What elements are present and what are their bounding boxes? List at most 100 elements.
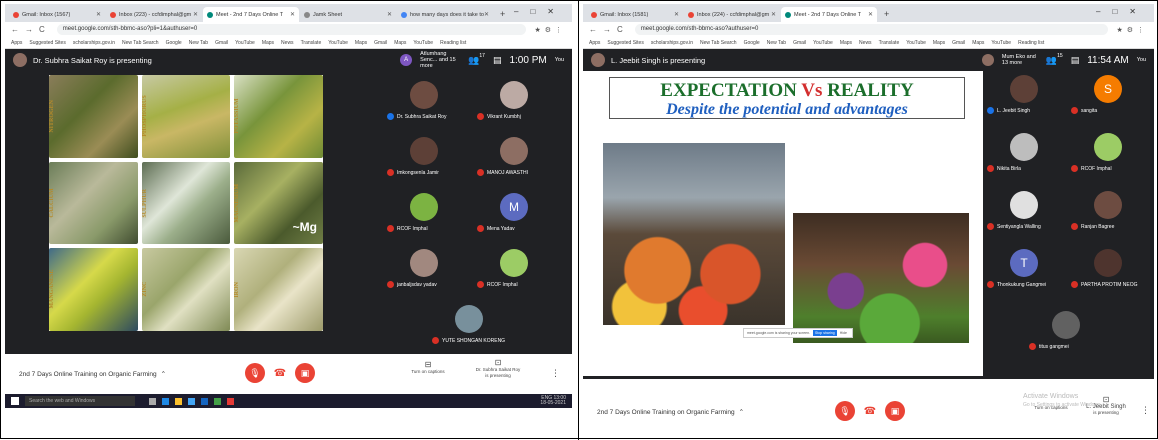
participant-tile[interactable]: janbaljsdav yadav <box>385 245 465 295</box>
bookmark-item[interactable]: Maps <box>355 40 367 46</box>
bookmark-item[interactable]: New Tab Search <box>122 40 159 46</box>
participant-tile[interactable]: RCOF Imphal <box>1069 129 1149 179</box>
bookmark-item[interactable]: Gmail <box>793 40 806 46</box>
participant-tile[interactable]: RCOF Imphal <box>475 245 555 295</box>
browser-tab-active[interactable]: Meet - 2nd 7 Days Online T ✕ <box>203 7 299 22</box>
browser-tab[interactable]: Inbox (223) - ccfdimphal@gm ✕ <box>106 7 202 22</box>
bookmark-item[interactable]: Google <box>744 40 760 46</box>
bookmark-item[interactable]: YouTube <box>413 40 433 46</box>
chevron-up-icon[interactable]: ⌃ <box>161 370 166 378</box>
extension-icons[interactable]: ★⚙⋮ <box>534 26 566 34</box>
store-icon[interactable] <box>188 397 195 405</box>
bookmark-item[interactable]: YouTube <box>906 40 926 46</box>
close-icon[interactable]: ✕ <box>387 11 392 18</box>
stop-sharing-button[interactable]: Stop sharing <box>813 330 837 336</box>
close-icon[interactable]: ✕ <box>674 11 679 18</box>
bookmark-item[interactable]: Apps <box>589 40 600 46</box>
chat-icon[interactable]: ▤ <box>493 55 502 66</box>
bookmark-item[interactable]: Reading list <box>440 40 466 46</box>
participant-tile[interactable]: titus gangmei <box>1027 307 1107 357</box>
bookmark-item[interactable]: Maps <box>933 40 945 46</box>
browser-tab[interactable]: Gmail: Inbox (1581) ✕ <box>587 7 683 22</box>
bookmark-item[interactable]: Apps <box>11 40 22 46</box>
bookmark-item[interactable]: Translate <box>879 40 900 46</box>
bookmark-item[interactable]: Maps <box>262 40 274 46</box>
app-icon[interactable] <box>227 397 234 405</box>
participant-tile[interactable]: Ranjan Bagree <box>1069 187 1149 237</box>
participant-tile[interactable]: Dr. Subhra Saikat Roy <box>385 77 465 127</box>
bookmark-item[interactable]: News <box>859 40 872 46</box>
nav-arrows-icon[interactable]: ←→C <box>589 25 629 34</box>
close-icon[interactable]: ✕ <box>193 11 198 18</box>
taskbar-search[interactable]: Search the web and Windows <box>25 396 135 406</box>
more-options-icon[interactable]: ⋮ <box>1141 405 1150 416</box>
bookmark-item[interactable]: YouTube <box>328 40 348 46</box>
browser-tab[interactable]: Jamk Sheet ✕ <box>300 7 396 22</box>
participant-tile[interactable]: MANOJ AWASTHI <box>475 133 555 183</box>
hide-button[interactable]: Hide <box>840 331 847 335</box>
close-icon[interactable]: ✕ <box>868 11 873 18</box>
bookmark-item[interactable]: News <box>281 40 294 46</box>
bookmark-item[interactable]: Reading list <box>1018 40 1044 46</box>
bookmark-item[interactable]: New Tab <box>189 40 208 46</box>
participant-tile[interactable]: T Thonkukung Gangmei <box>985 245 1065 295</box>
bookmark-item[interactable]: YouTube <box>991 40 1011 46</box>
captions-button[interactable]: Turn on captions <box>1031 405 1071 411</box>
bookmark-item[interactable]: Google <box>166 40 182 46</box>
mail-icon[interactable] <box>201 397 208 405</box>
participant-tile[interactable]: Nikita Birla <box>985 129 1065 179</box>
url-field[interactable]: meet.google.com/sth-bbmc-aso?authuser=0 <box>634 24 1109 35</box>
bookmark-item[interactable]: Maps <box>840 40 852 46</box>
hang-up-button[interactable]: ☎ <box>273 366 287 380</box>
participant-tile[interactable]: L. Jeebit Singh <box>985 71 1065 121</box>
participant-tile[interactable]: Imkongsenla Jamir <box>385 133 465 183</box>
browser-tab-active[interactable]: Meet - 2nd 7 Days Online T ✕ <box>781 7 877 22</box>
participant-tile[interactable]: Sentiyangla Walling <box>985 187 1065 237</box>
bookmark-item[interactable]: Gmail <box>374 40 387 46</box>
participant-tile[interactable]: YUTE SHONGAN KORENG <box>430 301 510 351</box>
presenter-button[interactable]: ⊡ Dr. Subhra Saikat Roy is presenting <box>475 359 521 379</box>
url-field[interactable]: meet.google.com/sth-bbmc-aso?pli=1&authu… <box>56 24 527 35</box>
close-icon[interactable]: ✕ <box>484 11 489 18</box>
participant-tile[interactable]: M Mena Yadav <box>475 189 555 239</box>
bookmark-item[interactable]: Maps <box>394 40 406 46</box>
chevron-up-icon[interactable]: ⌃ <box>739 408 744 416</box>
new-tab-button[interactable]: + <box>494 7 511 22</box>
participant-tile[interactable]: Ssangita <box>1069 71 1149 121</box>
chat-icon[interactable]: ▤ <box>1071 55 1080 66</box>
mic-off-button[interactable]: 🎙 <box>835 401 855 421</box>
browser-tab[interactable]: how many days does it take to ✕ <box>397 7 493 22</box>
bookmark-item[interactable]: New Tab <box>767 40 786 46</box>
participant-tile[interactable]: RCOF Imphal <box>385 189 465 239</box>
extension-icons[interactable]: ★⚙⋮ <box>1116 26 1148 34</box>
windows-start-icon[interactable] <box>11 397 19 405</box>
captions-button[interactable]: ⊟ Turn on captions <box>410 361 446 375</box>
chrome-icon[interactable] <box>214 397 221 405</box>
browser-tab[interactable]: Gmail: Inbox (1567) ✕ <box>9 7 105 22</box>
nav-arrows-icon[interactable]: ←→C <box>11 25 51 34</box>
edge-icon[interactable] <box>162 397 169 405</box>
close-icon[interactable]: ✕ <box>290 11 295 18</box>
participant-tile[interactable]: PARTHA PROTIM NEOG <box>1069 245 1149 295</box>
close-icon[interactable]: ✕ <box>96 11 101 18</box>
bookmark-item[interactable]: scholarships.gov.in <box>651 40 693 46</box>
bookmark-item[interactable]: Translate <box>301 40 322 46</box>
close-icon[interactable]: ✕ <box>771 11 776 18</box>
people-icon[interactable]: 👥 <box>468 55 479 66</box>
camera-off-button[interactable]: ▣ <box>295 363 315 383</box>
browser-tab[interactable]: Inbox (224) - ccfdimphal@gm ✕ <box>684 7 780 22</box>
hang-up-button[interactable]: ☎ <box>863 404 877 418</box>
window-controls[interactable]: –□✕ <box>514 7 566 16</box>
bookmark-item[interactable]: Gmail <box>952 40 965 46</box>
new-tab-button[interactable]: + <box>878 7 895 22</box>
bookmark-item[interactable]: Gmail <box>215 40 228 46</box>
bookmark-item[interactable]: Suggested Sites <box>29 40 65 46</box>
camera-off-button[interactable]: ▣ <box>885 401 905 421</box>
more-options-icon[interactable]: ⋮ <box>551 368 560 379</box>
bookmark-item[interactable]: Maps <box>972 40 984 46</box>
window-controls[interactable]: –□✕ <box>1096 7 1148 16</box>
bookmark-item[interactable]: YouTube <box>235 40 255 46</box>
presenter-button[interactable]: ⊡ L. Jeebit Singh is presenting <box>1083 396 1129 416</box>
explorer-icon[interactable] <box>175 397 182 405</box>
mic-off-button[interactable]: 🎙 <box>245 363 265 383</box>
